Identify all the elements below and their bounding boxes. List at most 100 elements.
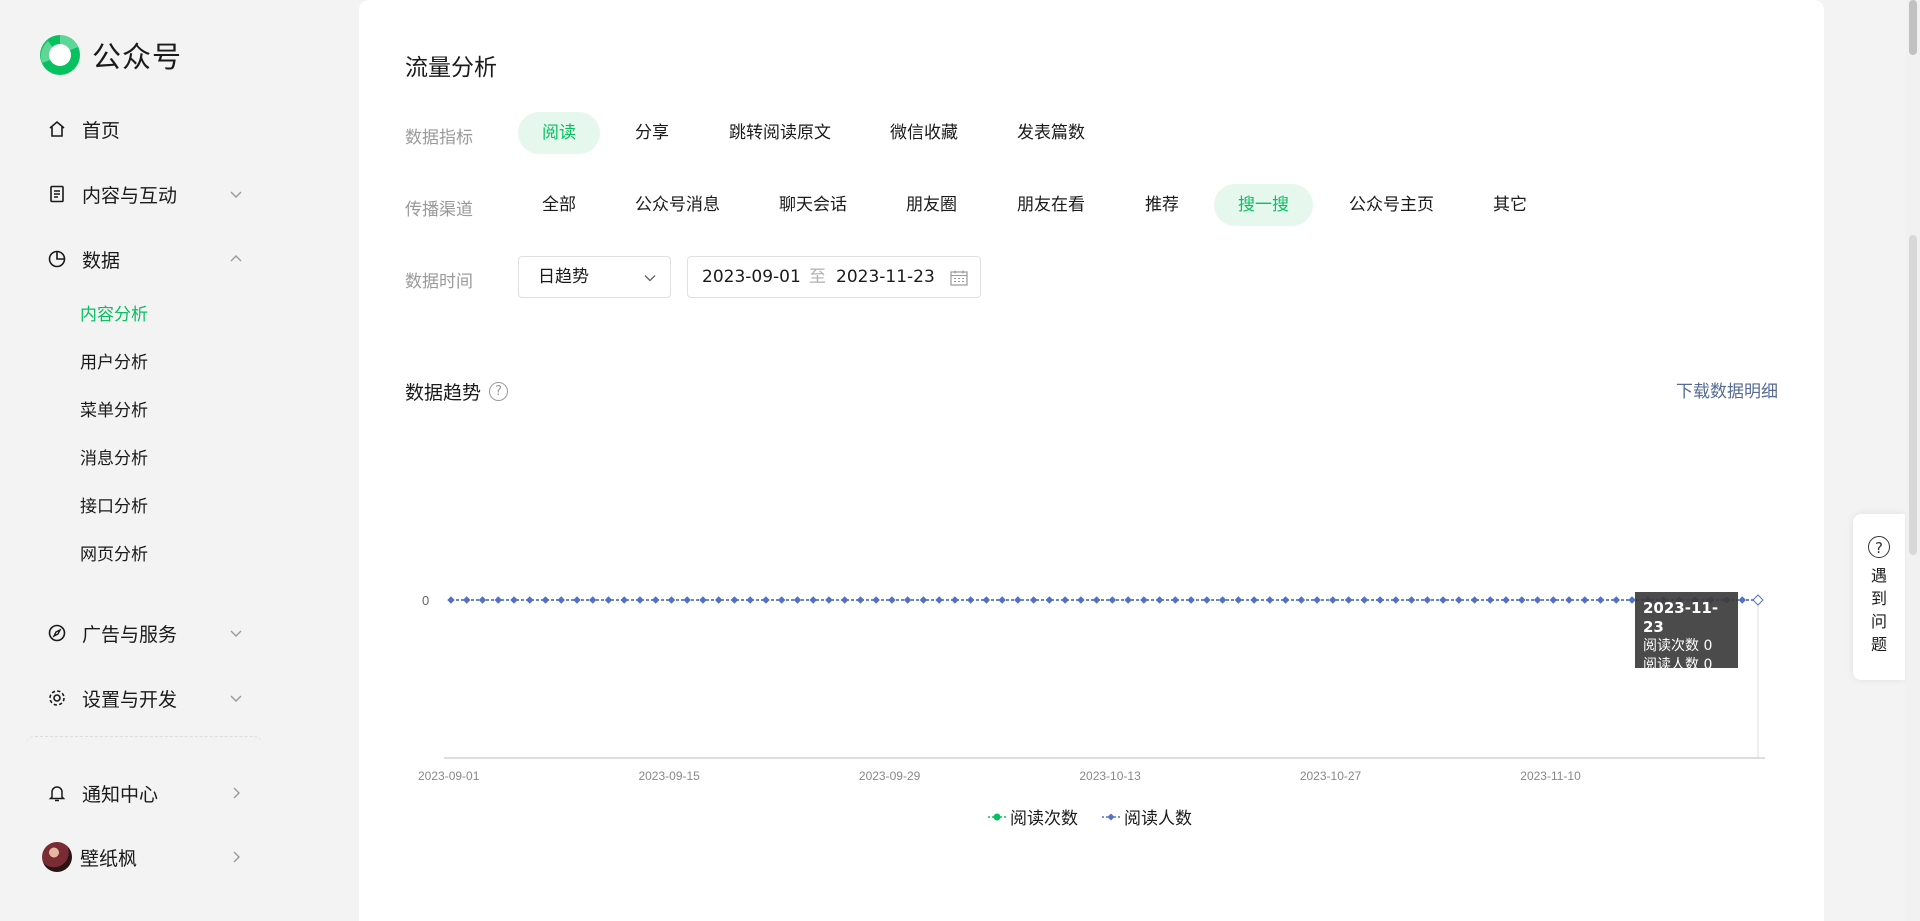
channel-pill-recommend[interactable]: 推荐 [1121,184,1203,226]
data-point[interactable] [526,596,534,604]
data-point[interactable] [1061,596,1069,604]
sidebar-item-api-analysis[interactable]: 接口分析 [80,494,148,520]
data-point[interactable] [636,596,644,604]
help-float-button[interactable]: ? 遇到问题 [1853,514,1905,680]
data-point[interactable] [541,596,550,604]
data-point[interactable] [1502,596,1510,604]
data-point[interactable] [1470,596,1479,604]
channel-pill-search[interactable]: 搜一搜 [1214,184,1313,226]
nav-settings[interactable]: 设置与开发 [46,680,246,716]
sidebar-item-content-analysis[interactable]: 内容分析 [80,302,148,328]
sidebar-item-menu-analysis[interactable]: 菜单分析 [80,398,148,424]
data-point[interactable] [966,596,975,604]
data-point[interactable] [652,596,660,604]
data-point[interactable] [1581,596,1589,604]
data-point[interactable] [825,596,833,604]
data-point[interactable] [683,596,691,604]
scrollbar-thumb[interactable] [1909,0,1917,55]
data-point[interactable] [746,596,754,604]
data-point[interactable] [1250,596,1258,604]
data-point[interactable] [951,596,959,604]
data-point[interactable] [494,596,502,604]
channel-pill-chat[interactable]: 聊天会话 [755,184,871,226]
data-point[interactable] [604,596,613,604]
data-point[interactable] [1124,596,1132,604]
data-point[interactable] [856,596,865,604]
data-point[interactable] [809,596,817,604]
data-point[interactable] [1029,596,1038,604]
data-point[interactable] [1234,596,1243,604]
data-point[interactable] [935,596,943,604]
data-point[interactable] [1423,596,1432,604]
nav-ads[interactable]: 广告与服务 [46,615,246,651]
data-point[interactable] [1596,596,1605,604]
data-point[interactable] [1407,596,1416,604]
nav-home[interactable]: 首页 [46,111,246,147]
channel-pill-watching[interactable]: 朋友在看 [993,184,1109,226]
data-point[interactable] [1565,596,1573,604]
data-point[interactable] [1297,596,1306,604]
data-point[interactable] [998,596,1006,604]
data-point[interactable] [1140,596,1148,604]
data-point[interactable] [1266,596,1274,604]
data-point[interactable] [982,596,991,604]
data-point[interactable] [777,596,786,604]
granularity-select[interactable]: 日趋势 [518,256,671,298]
data-point[interactable] [888,596,896,604]
sidebar-item-web-analysis[interactable]: 网页分析 [80,542,148,568]
data-point[interactable] [1203,596,1211,604]
legend-item-read-count[interactable]: 阅读次数 [988,804,1078,829]
data-point[interactable] [793,596,802,604]
channel-pill-other[interactable]: 其它 [1469,184,1551,226]
data-point[interactable] [840,596,849,604]
nav-data[interactable]: 数据 [46,241,246,277]
data-point[interactable] [1155,596,1164,604]
nav-user-account[interactable]: 壁纸枫 [42,839,246,875]
scrollbar[interactable] [1906,0,1920,921]
data-point[interactable] [1313,596,1321,604]
sidebar-item-message-analysis[interactable]: 消息分析 [80,446,148,472]
download-data-link[interactable]: 下载数据明细 [1676,377,1778,402]
data-point[interactable] [1077,596,1085,604]
data-point[interactable] [699,596,707,604]
data-point[interactable] [1612,596,1620,604]
data-point[interactable] [1171,596,1180,604]
data-point[interactable] [1439,596,1447,604]
data-point[interactable] [1108,596,1117,604]
data-point[interactable] [667,596,676,604]
data-point[interactable] [1014,596,1022,604]
data-point[interactable] [589,596,597,604]
metric-pill-read[interactable]: 阅读 [518,112,600,154]
data-point[interactable] [1360,596,1369,604]
date-start[interactable]: 2023-09-01 [702,257,801,297]
data-point[interactable] [1329,596,1337,604]
data-point[interactable] [730,596,739,604]
app-logo[interactable]: 公众号 [38,33,182,77]
metric-pill-share[interactable]: 分享 [611,112,693,154]
data-point[interactable] [903,596,912,604]
legend-item-reader-count[interactable]: 阅读人数 [1102,804,1192,829]
data-point[interactable] [573,596,581,604]
data-point[interactable] [1218,596,1227,604]
data-point[interactable] [1455,596,1463,604]
data-point[interactable] [1392,596,1400,604]
data-point[interactable] [1518,596,1526,604]
channel-pill-account-message[interactable]: 公众号消息 [611,184,744,226]
data-point[interactable] [1738,596,1746,604]
data-point[interactable] [557,596,565,604]
sidebar-item-user-analysis[interactable]: 用户分析 [80,350,148,376]
channel-pill-all[interactable]: 全部 [518,184,600,226]
data-point[interactable] [478,596,487,604]
data-point[interactable] [1092,596,1101,604]
data-point[interactable] [510,596,518,604]
data-point[interactable] [620,596,628,604]
data-point[interactable] [463,596,471,604]
data-point[interactable] [1187,596,1195,604]
nav-content[interactable]: 内容与互动 [46,176,246,212]
metric-pill-favorite[interactable]: 微信收藏 [866,112,982,154]
data-point[interactable] [1281,596,1290,604]
channel-pill-moments[interactable]: 朋友圈 [882,184,981,226]
date-end[interactable]: 2023-11-23 [836,257,935,297]
data-point[interactable] [919,596,928,604]
data-point[interactable] [447,596,455,604]
